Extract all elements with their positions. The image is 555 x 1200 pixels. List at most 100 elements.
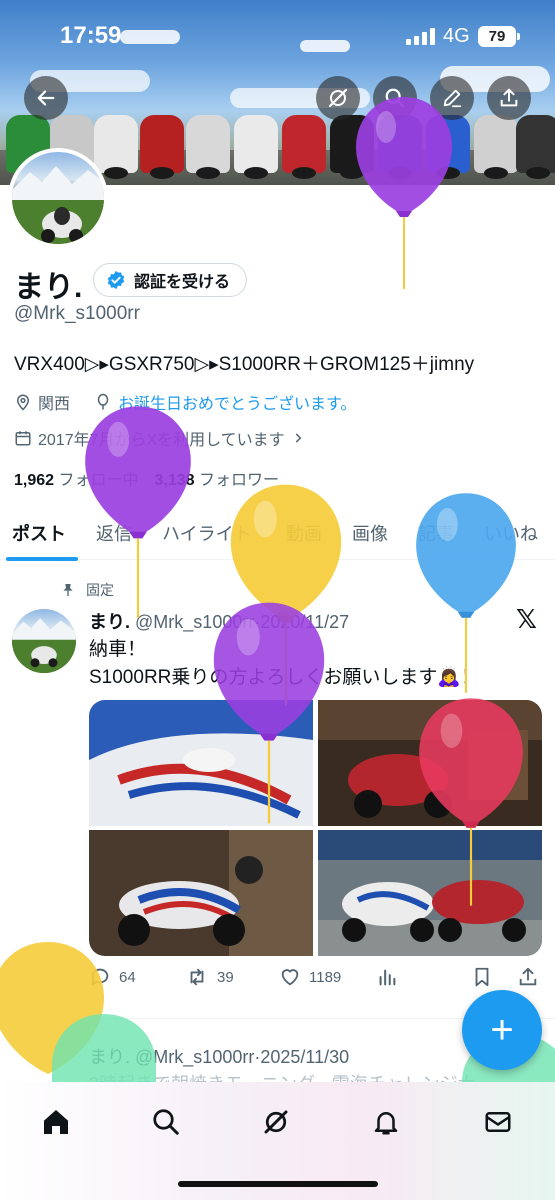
next-post-header[interactable]: まり. @Mrk_s1000rr·2025/11/30 (89, 1043, 349, 1069)
post-text: 納車！ S1000RR乗りの方よろしくお願いします🙇‍♀️！ (89, 636, 480, 692)
next-post-author: まり. (89, 1047, 131, 1067)
status-time: 17:59 (60, 22, 122, 49)
nav-search[interactable] (146, 1102, 186, 1142)
like-button[interactable]: 1189 (279, 966, 341, 988)
tab-likes[interactable]: いいね (484, 520, 538, 546)
pencil-icon (443, 89, 462, 108)
tab-articles[interactable]: 記事 (418, 520, 454, 546)
post-author-handle[interactable]: @Mrk_s1000rr (135, 612, 254, 632)
search-icon (385, 88, 405, 108)
network-type: 4G (443, 25, 470, 47)
profile-bio: VRX400▷▸GSXR750▷▸S1000RR＋GROM125＋jimny (14, 354, 475, 375)
tab-images[interactable]: 画像 (352, 520, 388, 546)
next-post-handle: @Mrk_s1000rr (135, 1047, 255, 1067)
pin-icon (63, 584, 73, 596)
bell-icon (374, 1112, 398, 1135)
home-indicator (178, 1181, 378, 1187)
post-photo[interactable] (317, 830, 543, 956)
nav-notifications[interactable] (366, 1102, 406, 1142)
like-count: 1189 (309, 968, 342, 986)
battery-icon: 79 (478, 26, 520, 47)
tab-highlights[interactable]: ハイライト (162, 520, 252, 546)
pinned-indicator: 固定 (60, 580, 114, 600)
profile-handle: @Mrk_s1000rr (14, 303, 140, 324)
compose-post-button[interactable]: + (462, 990, 542, 1070)
post-author-name[interactable]: まり. (89, 612, 130, 632)
share-icon (500, 88, 518, 107)
share-icon (519, 967, 537, 986)
joined-meta[interactable]: 2017年7月からXを利用しています (14, 426, 305, 450)
search-button[interactable] (373, 76, 417, 120)
post-photo[interactable] (89, 830, 314, 956)
profile-tabs: ポスト 返信 ハイライト 動画 画像 記事 いいね (0, 506, 555, 561)
location-pin-icon (16, 394, 30, 411)
tab-replies[interactable]: 返信 (96, 520, 132, 546)
active-tab-indicator (6, 557, 78, 561)
search-icon (153, 1109, 179, 1135)
avatar-image (12, 617, 76, 673)
pinned-label: 固定 (86, 582, 114, 598)
status-bar: 17:59 4G 79 (0, 22, 555, 52)
tab-posts[interactable]: ポスト (12, 520, 66, 546)
back-arrow-icon (37, 90, 55, 106)
grok-icon (328, 88, 348, 108)
following-label: フォロー中 (58, 472, 139, 489)
home-icon (44, 1110, 68, 1134)
calendar-icon (15, 431, 31, 446)
share-button[interactable] (487, 76, 531, 120)
reply-icon (91, 968, 109, 986)
post-text-line: 納車！ (89, 639, 147, 660)
tab-videos[interactable]: 動画 (286, 520, 322, 546)
birthday-meta[interactable]: お誕生日おめでとうございます。 (94, 390, 356, 414)
followers-count: 3,138 (154, 472, 195, 489)
x-logo-icon: 𝕏 (516, 604, 537, 634)
views-button[interactable] (376, 966, 398, 988)
get-verified-button[interactable]: 認証を受ける (93, 263, 248, 297)
repost-button[interactable]: 39 (185, 966, 234, 988)
verify-label: 認証を受ける (134, 274, 231, 291)
following-link[interactable]: 1,962 フォロー中 (14, 466, 139, 490)
location-text: 関西 (38, 396, 71, 413)
joined-text: 2017年7月からXを利用しています (38, 432, 285, 449)
back-button[interactable] (24, 76, 68, 120)
next-post-date: 2025/11/30 (260, 1047, 350, 1067)
reply-count: 64 (119, 968, 136, 986)
nav-grok[interactable] (256, 1102, 296, 1142)
profile-avatar[interactable] (8, 148, 108, 248)
bookmark-button[interactable] (471, 966, 493, 988)
post-text-line: S1000RR乗りの方よろしくお願いします🙇‍♀️！ (89, 667, 481, 688)
balloon-icon (97, 393, 109, 410)
analytics-icon (379, 969, 396, 986)
post-actions: 64 39 1189 (89, 966, 544, 996)
nav-messages[interactable] (478, 1102, 518, 1142)
post-share-button[interactable] (517, 966, 539, 988)
reply-button[interactable]: 64 (89, 966, 136, 988)
edit-button[interactable] (430, 76, 474, 120)
location-meta: 関西 (14, 390, 70, 414)
post-media-grid (89, 700, 542, 956)
post-photo[interactable] (89, 700, 314, 826)
signal-icon (406, 28, 435, 45)
repost-icon (190, 968, 204, 986)
plus-icon: + (490, 1007, 514, 1052)
profile-name: まり. (14, 271, 83, 304)
post-photo[interactable] (317, 700, 543, 826)
repost-count: 39 (217, 968, 234, 986)
nav-home[interactable] (36, 1102, 76, 1142)
grok-button[interactable] (316, 76, 360, 120)
following-count: 1,962 (14, 472, 55, 489)
profile-screen: 17:59 4G 79 まり. 認証を受ける @Mrk_s1000rr VRX4… (0, 0, 555, 1200)
post-author-avatar[interactable] (12, 609, 76, 673)
heart-icon (281, 969, 299, 986)
post-date[interactable]: 2020/11/27 (260, 612, 349, 632)
grok-icon (264, 1110, 288, 1134)
chevron-right-icon (295, 433, 302, 443)
followers-label: フォロワー (199, 472, 280, 489)
birthday-link[interactable]: お誕生日おめでとうございます。 (118, 390, 356, 414)
followers-link[interactable]: 3,138 フォロワー (155, 466, 280, 490)
bookmark-icon (475, 967, 489, 987)
follow-counts: 1,962 フォロー中 3,138 フォロワー (14, 466, 279, 490)
mail-icon (485, 1112, 511, 1132)
post-header: まり. @Mrk_s1000rr·2020/11/27 (89, 608, 349, 634)
avatar-image (12, 166, 104, 244)
